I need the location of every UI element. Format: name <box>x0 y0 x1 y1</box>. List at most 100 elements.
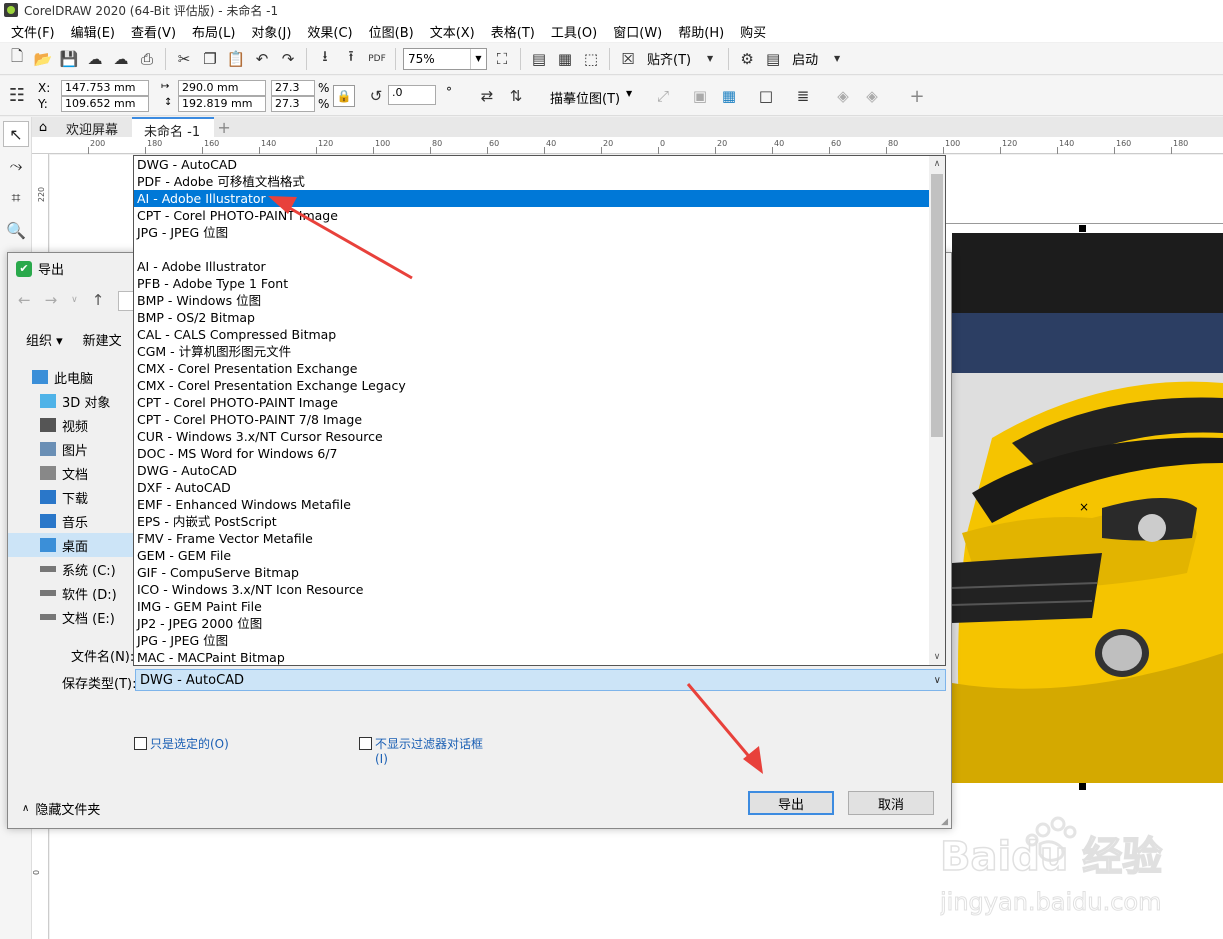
menu-item[interactable]: 布局(L) <box>187 22 246 41</box>
format-option[interactable]: CPT - Corel PHOTO-PAINT Image <box>134 394 930 411</box>
format-option[interactable]: IMG - GEM Paint File <box>134 598 930 615</box>
format-dropdown-list[interactable]: DWG - AutoCAD PDF - Adobe 可移植文档格式 AI - Ado… <box>133 155 946 666</box>
format-option[interactable]: DOC - MS Word for Windows 6/7 <box>134 445 930 462</box>
resample-icon[interactable]: ▣ <box>689 85 711 107</box>
format-list-scrollbar[interactable]: ∧ ∨ <box>929 156 945 665</box>
cloud-download-icon[interactable]: ☁ <box>110 48 132 70</box>
tree-item[interactable]: 系统 (C:) <box>8 557 134 581</box>
tree-item[interactable]: 软件 (D:) <box>8 581 134 605</box>
format-option[interactable]: MAC - MACPaint Bitmap <box>134 649 930 665</box>
zoom-level-select[interactable]: 75% ▼ <box>403 47 487 70</box>
chevron-down-icon[interactable]: ▼ <box>699 48 721 70</box>
format-option[interactable]: CAL - CALS Compressed Bitmap <box>134 326 930 343</box>
tree-item[interactable]: 音乐 <box>8 509 134 533</box>
format-option[interactable]: FMV - Frame Vector Metafile <box>134 530 930 547</box>
format-option[interactable]: CPT - Corel PHOTO-PAINT Image <box>134 207 930 224</box>
menu-item[interactable]: 文件(F) <box>6 22 66 41</box>
rotation-angle-field[interactable]: .0 <box>388 85 436 105</box>
tree-item[interactable]: 3D 对象 <box>8 389 134 413</box>
show-guidelines-icon[interactable]: ⬚ <box>580 48 602 70</box>
add-icon[interactable]: + <box>906 85 928 107</box>
chevron-down-icon[interactable]: ▼ <box>626 89 632 98</box>
frame-icon[interactable]: □ <box>755 85 777 107</box>
chevron-down-icon[interactable]: ▼ <box>470 48 486 69</box>
scrollbar-thumb[interactable] <box>931 174 943 437</box>
snap-off-icon[interactable]: ☒ <box>617 48 639 70</box>
selection-handle-top[interactable] <box>1079 225 1086 232</box>
format-option[interactable]: BMP - OS/2 Bitmap <box>134 309 930 326</box>
add-tab-icon[interactable]: + <box>214 117 234 137</box>
tree-item[interactable]: 图片 <box>8 437 134 461</box>
import-icon[interactable]: ⭳ <box>314 47 336 70</box>
launch-menu[interactable]: 启动 <box>788 49 822 68</box>
export-button[interactable]: 导出 <box>748 791 834 815</box>
checkbox-box[interactable] <box>359 737 372 750</box>
format-option[interactable]: CMX - Corel Presentation Exchange Legacy <box>134 377 930 394</box>
no-filter-dialog-checkbox[interactable]: 不显示过滤器对话框 (I) <box>359 735 483 766</box>
tree-item[interactable]: 文档 <box>8 461 134 485</box>
menu-item[interactable]: 查看(V) <box>126 22 187 41</box>
tree-item[interactable]: 视频 <box>8 413 134 437</box>
wrap-text-icon[interactable]: ≣ <box>792 85 814 107</box>
horizontal-ruler[interactable]: 200 180 160 140 120 100 80 60 40 20 0 20 40 60 80 100 12… <box>32 137 1223 154</box>
cut-icon[interactable]: ✂ <box>173 48 195 70</box>
chevron-down-icon[interactable]: ∨ <box>71 291 78 311</box>
to-back-icon[interactable]: ◈ <box>861 85 883 107</box>
reference-point-icon[interactable]: ☷ <box>6 84 28 106</box>
menu-item[interactable]: 编辑(E) <box>66 22 126 41</box>
copy-icon[interactable]: ❐ <box>199 48 221 70</box>
open-folder-icon[interactable]: 📂 <box>32 48 54 70</box>
save-type-select[interactable]: DWG - AutoCAD ∨ <box>135 669 946 691</box>
back-arrow-icon[interactable]: ← <box>18 291 31 311</box>
tree-item[interactable]: 桌面 <box>8 533 134 557</box>
tree-item[interactable]: 文档 (E:) <box>8 605 134 629</box>
paste-icon[interactable]: 📋 <box>225 48 247 70</box>
format-option[interactable]: DXF - AutoCAD <box>134 479 930 496</box>
crop-tool-icon[interactable]: ⌗ <box>3 185 29 211</box>
new-folder-button[interactable]: 新建文 <box>83 330 122 349</box>
format-option[interactable]: BMP - Windows 位图 <box>134 292 930 309</box>
tab-welcome-screen[interactable]: 欢迎屏幕 <box>54 117 132 138</box>
menu-item[interactable]: 位图(B) <box>364 22 425 41</box>
format-option[interactable]: PDF - Adobe 可移植文档格式 <box>134 173 930 190</box>
tree-item[interactable]: 下载 <box>8 485 134 509</box>
zoom-tool-icon[interactable]: 🔍 <box>3 217 29 243</box>
show-grid-icon[interactable]: ▦ <box>554 48 576 70</box>
format-option[interactable]: CUR - Windows 3.x/NT Cursor Resource <box>134 428 930 445</box>
show-rulers-icon[interactable]: ▤ <box>528 48 550 70</box>
scroll-down-icon[interactable]: ∨ <box>929 649 945 665</box>
edit-bitmap-icon[interactable]: ▦ <box>718 85 740 107</box>
tree-item[interactable]: 此电脑 <box>8 365 134 389</box>
format-option[interactable]: CMX - Corel Presentation Exchange <box>134 360 930 377</box>
format-option[interactable]: EMF - Enhanced Windows Metafile <box>134 496 930 513</box>
crop-bitmap-icon[interactable]: ⤢ <box>652 85 674 107</box>
lock-ratio-icon[interactable]: 🔒 <box>333 85 355 107</box>
trace-bitmap-menu[interactable]: 描摹位图(T) <box>550 88 620 107</box>
pick-tool-icon[interactable]: ↖ <box>3 121 29 147</box>
menu-item[interactable]: 文本(X) <box>425 22 486 41</box>
menu-item[interactable]: 对象(J) <box>246 22 302 41</box>
format-option[interactable]: AI - Adobe Illustrator <box>134 258 930 275</box>
scale-width-field[interactable]: 27.3 <box>271 80 315 96</box>
menu-item[interactable]: 窗口(W) <box>608 22 673 41</box>
x-position-field[interactable]: 147.753 mm <box>61 80 149 96</box>
height-field[interactable]: 192.819 mm <box>178 96 266 112</box>
options-gear-icon[interactable]: ⚙ <box>736 48 758 70</box>
format-option[interactable]: ICO - Windows 3.x/NT Icon Resource <box>134 581 930 598</box>
save-icon[interactable]: 💾 <box>58 48 80 70</box>
format-option[interactable]: PFB - Adobe Type 1 Font <box>134 275 930 292</box>
shape-tool-icon[interactable]: ⤳ <box>3 153 29 179</box>
tab-document[interactable]: 未命名 -1 <box>132 117 215 140</box>
home-icon[interactable]: ⌂ <box>32 117 54 137</box>
format-option[interactable]: EPS - 内嵌式 PostScript <box>134 513 930 530</box>
launch-icon[interactable]: ▤ <box>762 48 784 70</box>
chevron-down-icon[interactable]: ∨ <box>934 675 941 686</box>
scale-height-field[interactable]: 27.3 <box>271 96 315 112</box>
chevron-down-icon[interactable]: ▼ <box>826 48 848 70</box>
menu-item[interactable]: 购买 <box>735 22 777 41</box>
forward-arrow-icon[interactable]: → <box>45 291 58 311</box>
selection-handle-bottom[interactable] <box>1079 783 1086 790</box>
menu-item[interactable]: 帮助(H) <box>673 22 735 41</box>
publish-pdf-icon[interactable]: PDF <box>366 48 388 70</box>
mirror-horizontal-icon[interactable]: ⇄ <box>476 85 498 107</box>
